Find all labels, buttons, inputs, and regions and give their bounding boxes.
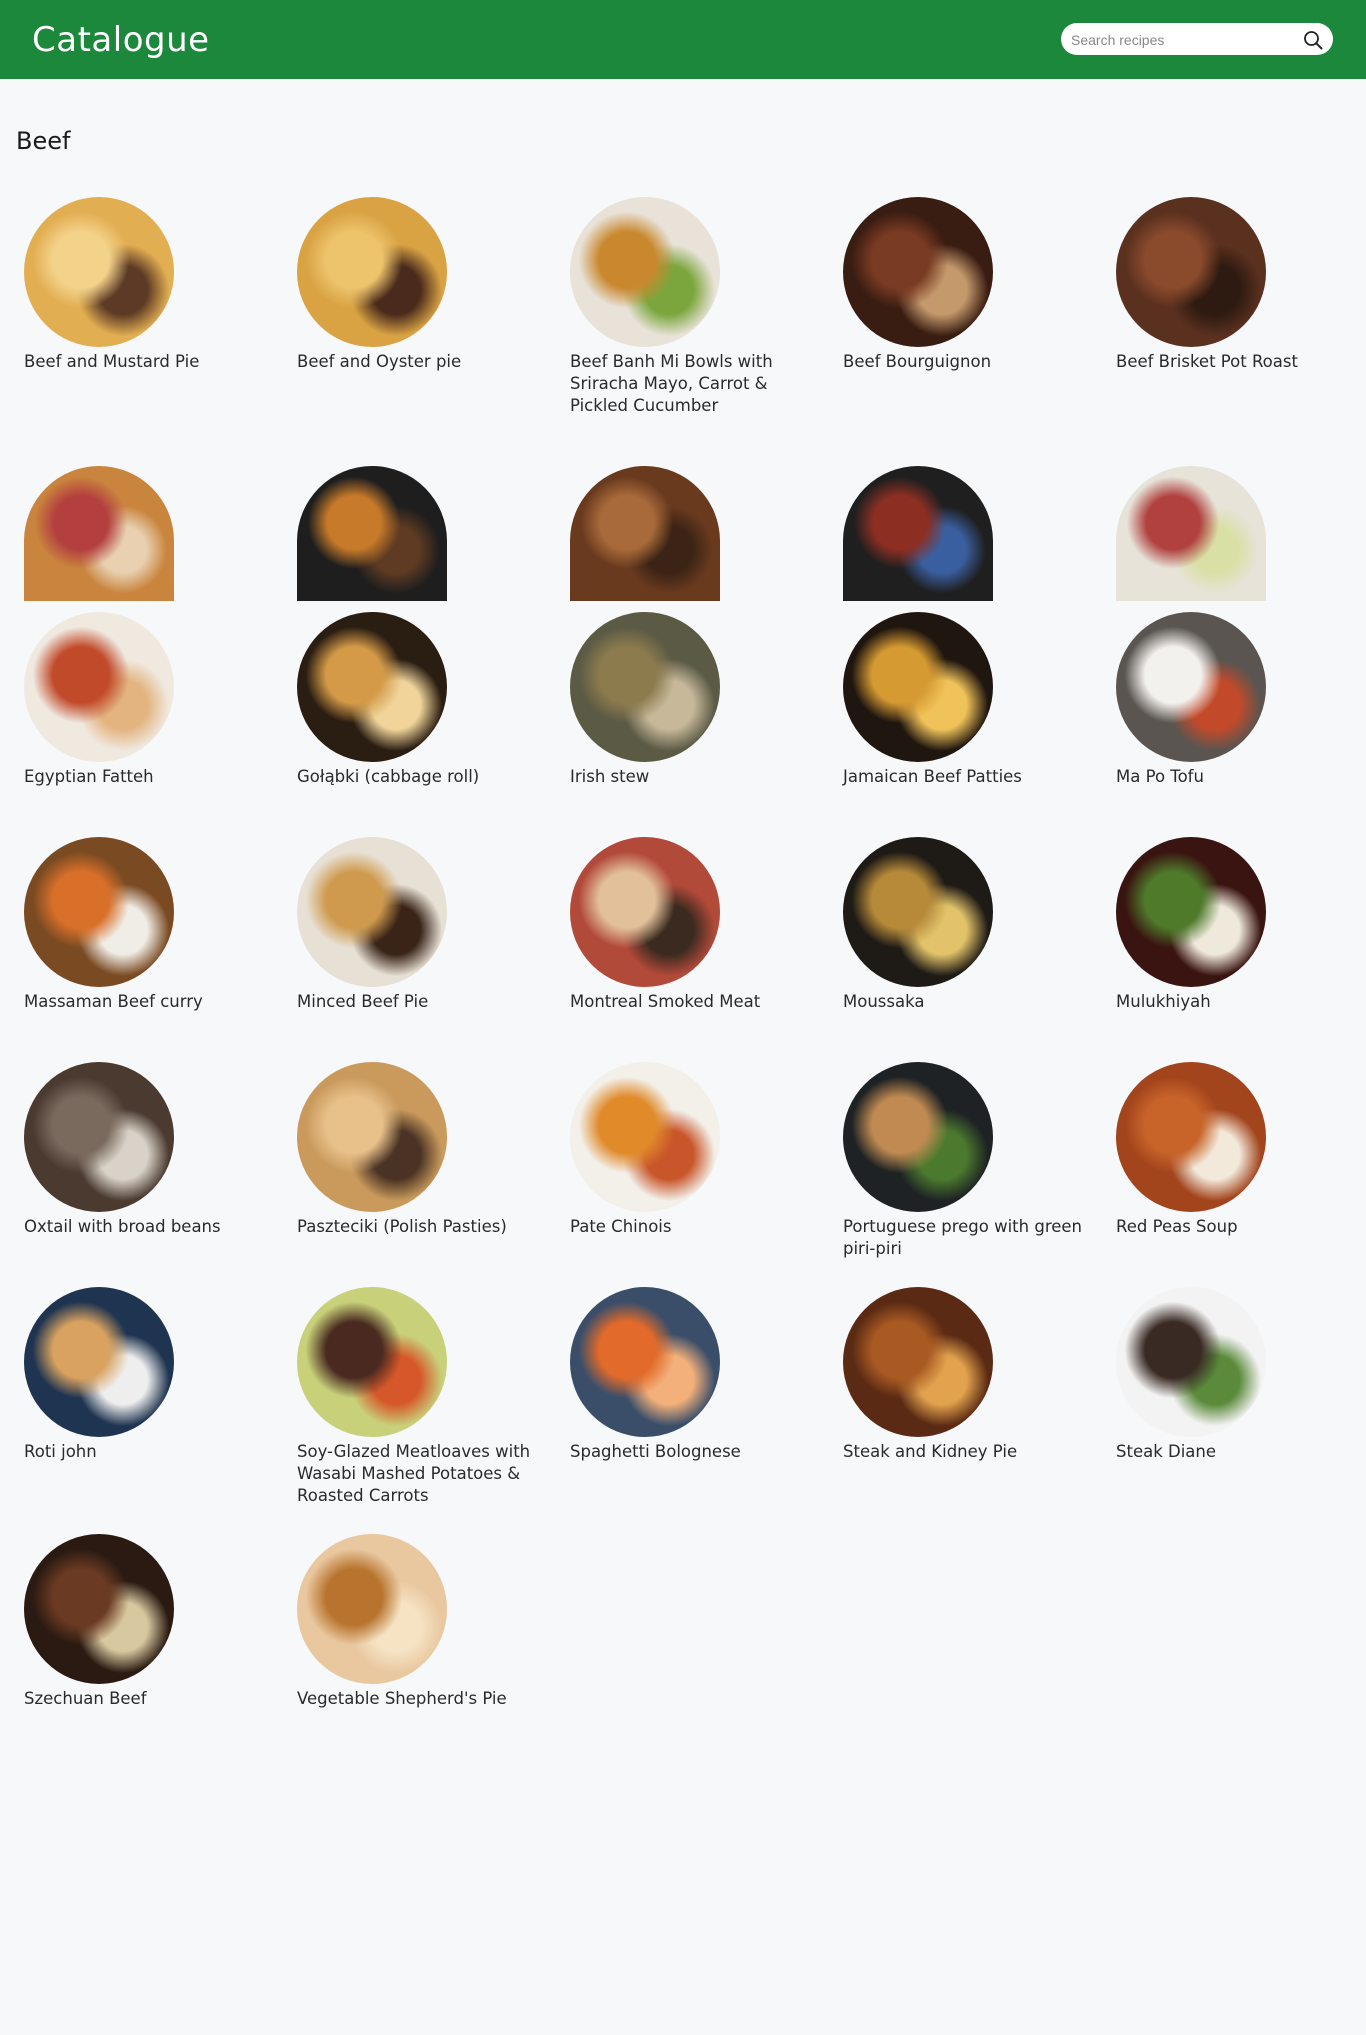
category-title: Beef xyxy=(16,127,71,155)
catalogue-title[interactable]: Catalogue xyxy=(32,18,210,62)
recipe-name[interactable]: Spaghetti Bolognese xyxy=(570,1441,810,1463)
recipe-card[interactable]: Soy-Glazed Meatloaves with Wasabi Mashed… xyxy=(289,1287,530,1507)
recipe-thumbnail[interactable] xyxy=(297,1062,447,1212)
recipe-name[interactable]: Beef and Oyster pie xyxy=(297,351,537,373)
recipe-thumbnail[interactable] xyxy=(1116,1287,1266,1437)
recipe-name[interactable]: Beef Banh Mi Bowls with Sriracha Mayo, C… xyxy=(570,351,810,417)
recipe-thumbnail[interactable] xyxy=(570,1062,720,1212)
recipe-thumbnail[interactable] xyxy=(843,612,993,762)
recipe-thumbnail[interactable] xyxy=(24,612,174,762)
recipe-name[interactable]: Portuguese prego with green piri-piri xyxy=(843,1216,1083,1260)
recipe-card[interactable]: Vegetable Shepherd's Pie xyxy=(289,1534,529,1710)
recipe-name[interactable]: Paszteciki (Polish Pasties) xyxy=(297,1216,537,1238)
recipe-name[interactable]: Red Peas Soup xyxy=(1116,1216,1356,1238)
recipe-card[interactable]: Beef Wellington xyxy=(16,466,256,601)
recipe-thumbnail[interactable] xyxy=(843,197,993,347)
recipe-card[interactable]: Beef Bourguignon xyxy=(835,197,1075,373)
recipe-thumbnail[interactable] xyxy=(570,837,720,987)
recipe-thumbnail[interactable] xyxy=(843,1062,993,1212)
recipe-card[interactable]: Roti john xyxy=(16,1287,256,1463)
recipe-thumbnail[interactable] xyxy=(297,466,447,601)
search-input[interactable] xyxy=(1069,27,1298,53)
recipe-card[interactable]: Paszteciki (Polish Pasties) xyxy=(289,1062,529,1238)
recipe-card[interactable]: Ma Po Tofu xyxy=(1108,612,1348,788)
app-header: Catalogue xyxy=(0,0,1366,79)
recipe-card[interactable]: Szechuan Beef xyxy=(16,1534,256,1710)
recipe-card[interactable]: Braised Beef Chilli xyxy=(835,466,1075,601)
recipe-thumbnail[interactable] xyxy=(1116,837,1266,987)
recipe-card[interactable]: Steak and Kidney Pie xyxy=(835,1287,1075,1463)
recipe-name[interactable]: Moussaka xyxy=(843,991,1083,1013)
recipe-name[interactable]: Oxtail with broad beans xyxy=(24,1216,264,1238)
recipe-thumbnail[interactable] xyxy=(24,837,174,987)
recipe-thumbnail[interactable] xyxy=(297,1534,447,1684)
recipe-thumbnail[interactable] xyxy=(843,837,993,987)
recipe-thumbnail[interactable] xyxy=(297,197,447,347)
recipe-card[interactable]: Red Peas Soup xyxy=(1108,1062,1348,1238)
recipe-card[interactable]: Gołąbki (cabbage roll) xyxy=(289,612,529,788)
recipe-name[interactable]: Steak and Kidney Pie xyxy=(843,1441,1083,1463)
recipe-name[interactable]: Ma Po Tofu xyxy=(1116,766,1356,788)
recipe-name[interactable]: Pate Chinois xyxy=(570,1216,810,1238)
recipe-thumbnail[interactable] xyxy=(24,1534,174,1684)
recipe-card[interactable]: Portuguese prego with green piri-piri xyxy=(835,1062,1082,1260)
recipe-card[interactable]: Beef Brisket Pot Roast xyxy=(1108,197,1348,373)
recipe-thumbnail[interactable] xyxy=(570,612,720,762)
recipe-name[interactable]: Irish stew xyxy=(570,766,810,788)
recipe-name[interactable]: Beef and Mustard Pie xyxy=(24,351,264,373)
recipe-card[interactable]: Beef Banh Mi Bowls with Sriracha Mayo, C… xyxy=(562,197,802,417)
recipe-thumbnail[interactable] xyxy=(843,466,993,601)
recipe-card[interactable]: Beef and Mustard Pie xyxy=(16,197,256,373)
recipe-name[interactable]: Soy-Glazed Meatloaves with Wasabi Mashed… xyxy=(297,1441,537,1507)
recipe-name[interactable]: Montreal Smoked Meat xyxy=(570,991,810,1013)
recipe-thumbnail[interactable] xyxy=(570,466,720,601)
recipe-name[interactable]: Szechuan Beef xyxy=(24,1688,264,1710)
recipe-card[interactable]: Moussaka xyxy=(835,837,1075,1013)
recipe-name[interactable]: Roti john xyxy=(24,1441,264,1463)
recipe-thumbnail[interactable] xyxy=(297,1287,447,1437)
recipe-card[interactable]: Bitterballen (Dutch meatballs) xyxy=(562,466,802,601)
recipe-name[interactable]: Minced Beef Pie xyxy=(297,991,537,1013)
recipe-thumbnail[interactable] xyxy=(297,837,447,987)
recipe-name[interactable]: Vegetable Shepherd's Pie xyxy=(297,1688,537,1710)
recipe-name[interactable]: Gołąbki (cabbage roll) xyxy=(297,766,537,788)
recipe-name[interactable]: Massaman Beef curry xyxy=(24,991,264,1013)
recipe-card[interactable]: Mulukhiyah xyxy=(1108,837,1348,1013)
recipe-thumbnail[interactable] xyxy=(1116,1062,1266,1212)
recipe-name[interactable]: Beef Brisket Pot Roast xyxy=(1116,351,1356,373)
recipe-card[interactable]: Big Mac xyxy=(289,466,529,601)
recipe-card[interactable]: Spaghetti Bolognese xyxy=(562,1287,802,1463)
recipe-thumbnail[interactable] xyxy=(297,612,447,762)
recipe-name[interactable]: Steak Diane xyxy=(1116,1441,1356,1463)
recipe-card[interactable]: Beef and Oyster pie xyxy=(289,197,529,373)
recipe-card[interactable]: Corned Beef and Cabbage xyxy=(1108,466,1348,601)
recipe-thumbnail[interactable] xyxy=(24,197,174,347)
recipe-thumbnail[interactable] xyxy=(24,466,174,601)
recipe-card[interactable]: Minced Beef Pie xyxy=(289,837,529,1013)
recipe-card[interactable]: Steak Diane xyxy=(1108,1287,1348,1463)
recipe-card[interactable]: Irish stew xyxy=(562,612,802,788)
recipe-card[interactable]: Oxtail with broad beans xyxy=(16,1062,256,1238)
recipe-name[interactable]: Mulukhiyah xyxy=(1116,991,1356,1013)
search-icon[interactable] xyxy=(1302,29,1324,51)
search-box[interactable] xyxy=(1061,23,1333,55)
recipe-card[interactable]: Jamaican Beef Patties xyxy=(835,612,1075,788)
recipe-name[interactable]: Jamaican Beef Patties xyxy=(843,766,1083,788)
recipe-thumbnail[interactable] xyxy=(570,1287,720,1437)
recipe-thumbnail[interactable] xyxy=(843,1287,993,1437)
recipe-thumbnail[interactable] xyxy=(570,197,720,347)
recipe-thumbnail[interactable] xyxy=(1116,197,1266,347)
recipe-card[interactable]: Pate Chinois xyxy=(562,1062,802,1238)
recipe-name[interactable]: Egyptian Fatteh xyxy=(24,766,264,788)
recipe-name[interactable]: Beef Bourguignon xyxy=(843,351,1083,373)
recipe-card[interactable]: Montreal Smoked Meat xyxy=(562,837,802,1013)
recipe-card[interactable]: Egyptian Fatteh xyxy=(16,612,256,788)
recipe-thumbnail[interactable] xyxy=(24,1287,174,1437)
recipe-thumbnail[interactable] xyxy=(1116,466,1266,601)
recipe-thumbnail[interactable] xyxy=(24,1062,174,1212)
recipe-thumbnail[interactable] xyxy=(1116,612,1266,762)
recipe-card[interactable]: Massaman Beef curry xyxy=(16,837,256,1013)
